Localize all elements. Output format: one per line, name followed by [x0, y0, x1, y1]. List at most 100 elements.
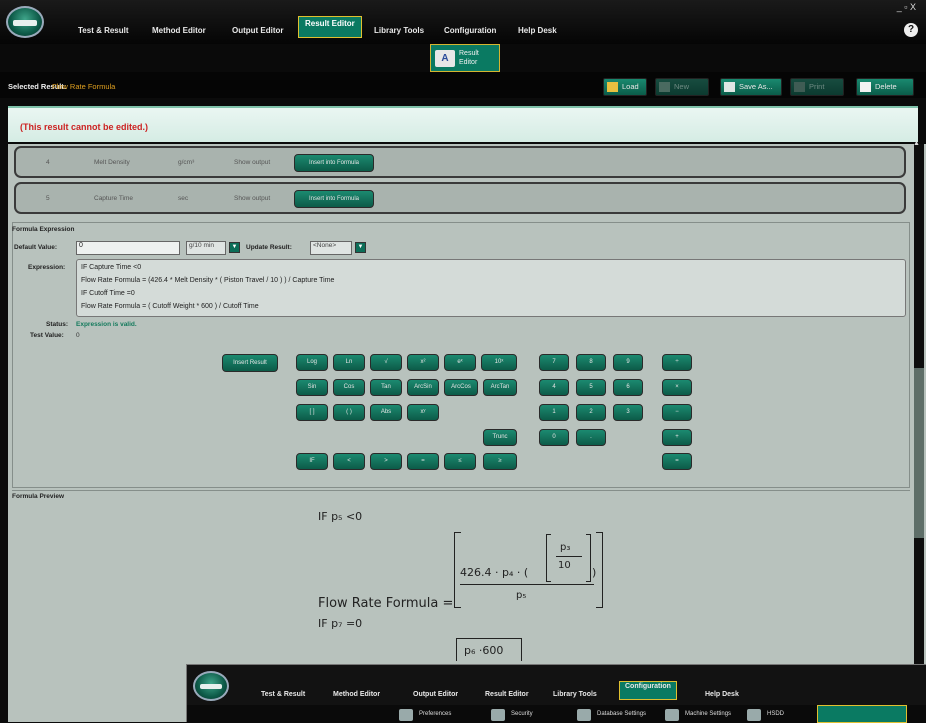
menu-test-result[interactable]: Test & Result	[261, 691, 305, 698]
key-trunc[interactable]: Trunc	[483, 429, 517, 446]
menu-help-desk[interactable]: Help Desk	[705, 691, 739, 698]
expression-line: Flow Rate Formula = ( Cutoff Weight * 60…	[81, 303, 259, 310]
menu-configuration[interactable]: Configuration	[619, 681, 677, 700]
key-8[interactable]: 8	[576, 354, 606, 371]
key-equals-compare[interactable]: =	[407, 453, 439, 470]
param-unit: sec	[178, 195, 189, 202]
expression-line: IF Capture Time <0	[81, 264, 142, 271]
parameter-row: 4 Melt Density g/cm³ Show output Insert …	[14, 146, 906, 178]
chevron-down-icon[interactable]: ▼	[355, 242, 366, 253]
overlay-window: Test & Result Method Editor Output Edito…	[186, 664, 926, 723]
print-icon	[794, 82, 805, 92]
window-controls[interactable]: _ ▫ X	[897, 2, 916, 12]
help-icon[interactable]: ?	[904, 23, 918, 37]
folder-icon	[607, 82, 618, 92]
key-arcsin[interactable]: ArcSin	[407, 379, 439, 396]
menu-test-result[interactable]: Test & Result	[78, 26, 129, 35]
delete-button[interactable]: Delete	[856, 78, 914, 96]
key-0[interactable]: 0	[539, 429, 569, 446]
menu-result-editor[interactable]: Result Editor	[485, 691, 529, 698]
tab-security[interactable]: Security	[487, 707, 567, 723]
scroll-up-arrow-icon[interactable]: ▲	[913, 140, 920, 147]
key-4[interactable]: 4	[539, 379, 569, 396]
load-button[interactable]: Load	[603, 78, 647, 96]
insert-result-button[interactable]: Insert Result	[222, 354, 278, 372]
test-value-label: Test Value:	[30, 332, 64, 339]
key-arctan[interactable]: ArcTan	[483, 379, 517, 396]
menu-configuration[interactable]: Configuration	[444, 26, 496, 35]
tab-result-editor[interactable]: A Result Editor	[430, 44, 500, 72]
menu-output-editor[interactable]: Output Editor	[232, 26, 284, 35]
tab-machine-settings[interactable]: Machine Settings	[661, 707, 741, 723]
new-button[interactable]: New	[655, 78, 709, 96]
tab-preferences[interactable]: Preferences	[395, 707, 475, 723]
print-button[interactable]: Print	[790, 78, 844, 96]
preview-denominator: p₅	[516, 590, 527, 601]
insert-into-formula-button[interactable]: Insert into Formula	[294, 190, 374, 208]
preview-condition-2: IF p₇ =0	[318, 617, 363, 630]
key-decimal[interactable]: .	[576, 429, 606, 446]
key-arccos[interactable]: ArcCos	[444, 379, 478, 396]
key-if[interactable]: IF	[296, 453, 328, 470]
key-parens[interactable]: ( )	[333, 404, 365, 421]
menu-method-editor[interactable]: Method Editor	[333, 691, 380, 698]
warning-banner: (This result cannot be edited.)	[8, 106, 918, 142]
key-greater-than[interactable]: >	[370, 453, 402, 470]
key-brackets[interactable]: [ ]	[296, 404, 328, 421]
tab-hsdd[interactable]: HSDD	[743, 707, 813, 723]
key-7[interactable]: 7	[539, 354, 569, 371]
default-value-input[interactable]: 0	[76, 241, 180, 255]
menu-method-editor[interactable]: Method Editor	[152, 26, 206, 35]
key-power[interactable]: xʸ	[407, 404, 439, 421]
key-add[interactable]: +	[662, 429, 692, 446]
key-divide[interactable]: ÷	[662, 354, 692, 371]
key-ln[interactable]: Ln	[333, 354, 365, 371]
key-pow10[interactable]: 10ˣ	[481, 354, 517, 371]
default-value-label: Default Value:	[14, 244, 57, 251]
key-greater-equal[interactable]: ≥	[483, 453, 517, 470]
key-less-than[interactable]: <	[333, 453, 365, 470]
key-abs[interactable]: Abs	[370, 404, 402, 421]
key-exp[interactable]: eˣ	[444, 354, 476, 371]
param-name: Capture Time	[94, 195, 134, 202]
menu-library-tools[interactable]: Library Tools	[374, 26, 424, 35]
key-cos[interactable]: Cos	[333, 379, 365, 396]
machine-icon	[665, 709, 679, 721]
key-square[interactable]: x²	[407, 354, 439, 371]
param-unit: g/cm³	[178, 159, 195, 166]
key-sin[interactable]: Sin	[296, 379, 328, 396]
scrollbar-thumb[interactable]	[914, 368, 924, 538]
key-tan[interactable]: Tan	[370, 379, 402, 396]
menu-output-editor[interactable]: Output Editor	[413, 691, 458, 698]
database-icon	[577, 709, 591, 721]
save-as-button[interactable]: Save As...	[720, 78, 782, 96]
formula-expression-title: Formula Expression	[12, 226, 75, 233]
tab-database-settings[interactable]: Database Settings	[573, 707, 657, 723]
menu-library-tools[interactable]: Library Tools	[553, 691, 597, 698]
tab-result-editor-label: Result Editor	[459, 50, 479, 66]
app-logo	[193, 671, 229, 701]
expression-textarea[interactable]: IF Capture Time <0 Flow Rate Formula = (…	[76, 259, 906, 317]
key-9[interactable]: 9	[613, 354, 643, 371]
key-6[interactable]: 6	[613, 379, 643, 396]
key-2[interactable]: 2	[576, 404, 606, 421]
preview-inner-close: )	[592, 566, 597, 579]
key-3[interactable]: 3	[613, 404, 643, 421]
chevron-down-icon[interactable]: ▼	[229, 242, 240, 253]
key-subtract[interactable]: −	[662, 404, 692, 421]
param-index: 4	[46, 159, 50, 166]
key-multiply[interactable]: ×	[662, 379, 692, 396]
key-1[interactable]: 1	[539, 404, 569, 421]
key-log[interactable]: Log	[296, 354, 328, 371]
key-5[interactable]: 5	[576, 379, 606, 396]
insert-into-formula-button[interactable]: Insert into Formula	[294, 154, 374, 172]
tab-help-desk-active[interactable]	[817, 705, 907, 723]
update-result-select[interactable]: <None>	[310, 241, 352, 255]
key-equals[interactable]: =	[662, 453, 692, 470]
key-less-equal[interactable]: ≤	[444, 453, 476, 470]
key-sqrt[interactable]: √	[370, 354, 402, 371]
hsdd-icon	[747, 709, 761, 721]
menu-help-desk[interactable]: Help Desk	[518, 26, 557, 35]
menu-result-editor[interactable]: Result Editor	[298, 16, 362, 38]
unit-select[interactable]: g/10 min	[186, 241, 226, 255]
